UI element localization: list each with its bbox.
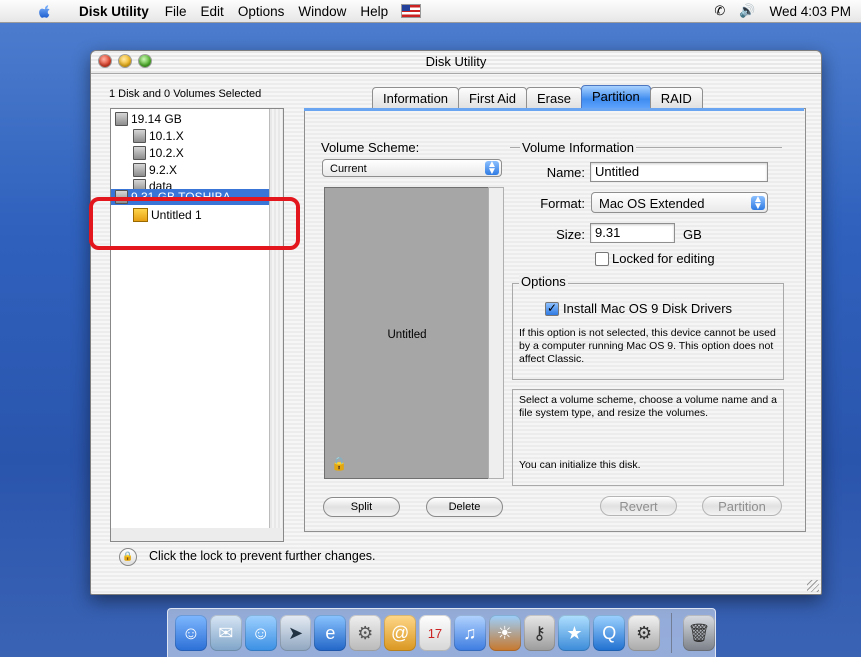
menu-window[interactable]: Window: [291, 4, 353, 19]
close-window-button[interactable]: [99, 55, 111, 67]
menu-file[interactable]: File: [158, 4, 194, 19]
partition-icon: [133, 179, 146, 189]
input-menu-flag-icon[interactable]: [401, 4, 422, 18]
trash-icon[interactable]: 🗑: [683, 615, 715, 651]
minimize-window-button[interactable]: [119, 55, 131, 67]
instructions-text: Select a volume scheme, choose a volume …: [519, 394, 777, 419]
partition-item-data[interactable]: data: [133, 179, 172, 189]
itunes-icon[interactable]: ♫: [453, 615, 486, 651]
partition-item-label: 9.2.X: [149, 163, 178, 177]
tab-bar: Information First Aid Erase Partition RA…: [372, 85, 703, 111]
lock-message: Click the lock to prevent further change…: [149, 549, 376, 563]
menu-bar: Disk Utility File Edit Options Window He…: [0, 0, 861, 23]
disk-list-hscrollbar[interactable]: [110, 528, 284, 542]
resize-grip[interactable]: [807, 580, 819, 592]
preview-icon[interactable]: ⚙: [349, 615, 382, 651]
disk-item-label: 19.14 GB: [131, 112, 182, 126]
popup-arrows-icon: ▲ ▼: [751, 195, 765, 212]
menu-help[interactable]: Help: [353, 4, 395, 19]
volume-lock-icon[interactable]: 🔒: [331, 456, 347, 472]
ichat-icon[interactable]: ☺: [244, 615, 277, 651]
format-popup[interactable]: Mac OS Extended ▲ ▼: [591, 192, 768, 213]
format-label: Format:: [540, 196, 585, 211]
mail-icon[interactable]: ✉: [209, 615, 242, 651]
menu-options[interactable]: Options: [231, 4, 292, 19]
volume-icon[interactable]: 🔊: [739, 3, 755, 19]
install-drivers-checkbox[interactable]: ✓: [545, 302, 559, 316]
partition-icon: [133, 163, 146, 177]
partition-item-10-1[interactable]: 10.1.X: [133, 128, 184, 144]
highlight-annotation: [89, 197, 300, 250]
locked-label: Locked for editing: [612, 251, 715, 266]
phone-icon[interactable]: ✆: [714, 3, 725, 19]
ical-icon[interactable]: 17: [419, 615, 451, 651]
hard-disk-icon: [115, 112, 128, 126]
dock-separator: [671, 613, 673, 653]
partition-item-label: 10.1.X: [149, 129, 184, 143]
sherlock-icon[interactable]: ⚷: [523, 615, 556, 651]
disk-utility-window: Disk Utility 1 Disk and 0 Volumes Select…: [90, 50, 822, 595]
disk-list[interactable]: 19.14 GB 10.1.X 10.2.X 9.2.X data 9.31 G…: [110, 108, 284, 530]
partition-icon: [133, 146, 146, 160]
imovie-icon[interactable]: ★: [558, 615, 591, 651]
partition-item-label: data: [149, 179, 173, 189]
partition-item-label: 10.2.X: [149, 146, 184, 160]
size-unit: GB: [683, 227, 702, 242]
zoom-window-button[interactable]: [139, 55, 151, 67]
safari-icon[interactable]: ➤: [279, 615, 312, 651]
address-book-icon[interactable]: @: [384, 615, 417, 651]
quicktime-icon[interactable]: Q: [593, 615, 626, 651]
disk-item-19gb[interactable]: 19.14 GB: [115, 111, 182, 127]
install-drivers-label: Install Mac OS 9 Disk Drivers: [563, 301, 733, 316]
system-preferences-icon[interactable]: ⚙: [628, 615, 661, 651]
size-label: Size:: [556, 227, 585, 242]
name-label: Name:: [546, 165, 585, 180]
window-titlebar[interactable]: Disk Utility: [91, 51, 821, 74]
install-drivers-help: If this option is not selected, this dev…: [519, 327, 776, 365]
volume-map[interactable]: Untitled 🔒: [324, 187, 490, 479]
locked-checkbox[interactable]: [595, 252, 609, 266]
apple-menu-icon[interactable]: [36, 2, 54, 20]
volume-map-scrollbar[interactable]: [488, 187, 504, 479]
partition-icon: [133, 129, 146, 143]
size-field[interactable]: 9.31: [590, 223, 675, 243]
window-title: Disk Utility: [425, 54, 487, 69]
finder-icon[interactable]: ☺: [175, 615, 207, 651]
revert-button[interactable]: Revert: [600, 496, 677, 516]
partition-button[interactable]: Partition: [702, 496, 782, 516]
init-note: You can initialize this disk.: [519, 459, 641, 471]
iphoto-icon[interactable]: ☀: [488, 615, 521, 651]
popup-arrows-icon: ▲ ▼: [485, 160, 499, 177]
disk-list-scrollbar[interactable]: [269, 109, 283, 529]
lock-icon[interactable]: 🔒: [119, 548, 137, 566]
name-field[interactable]: Untitled: [590, 162, 768, 182]
volume-map-name: Untitled: [387, 329, 427, 341]
partition-item-9-2[interactable]: 9.2.X: [133, 162, 177, 178]
format-value: Mac OS Extended: [599, 196, 705, 211]
split-button[interactable]: Split: [323, 497, 400, 517]
options-label: Options: [519, 274, 568, 289]
menu-extras: ✆ 🔊 Wed 4:03 PM: [714, 3, 861, 19]
volume-info-label: Volume Information: [520, 140, 637, 155]
menu-clock[interactable]: Wed 4:03 PM: [769, 4, 851, 19]
volume-scheme-value: Current: [330, 163, 367, 175]
menu-edit[interactable]: Edit: [194, 4, 231, 19]
partition-item-10-2[interactable]: 10.2.X: [133, 145, 184, 161]
delete-button[interactable]: Delete: [426, 497, 503, 517]
dock: ☺ ✉ ☺ ➤ e ⚙ @ 17 ♫ ☀ ⚷ ★ Q ⚙ 🗑: [167, 608, 716, 657]
volume-scheme-popup[interactable]: Current ▲ ▼: [322, 159, 502, 177]
selection-label: 1 Disk and 0 Volumes Selected: [109, 88, 262, 100]
volume-scheme-label: Volume Scheme:: [321, 140, 420, 155]
menu-app-name[interactable]: Disk Utility: [72, 4, 158, 19]
tab-panel-accent: [304, 108, 804, 111]
ie-icon[interactable]: e: [314, 615, 347, 651]
